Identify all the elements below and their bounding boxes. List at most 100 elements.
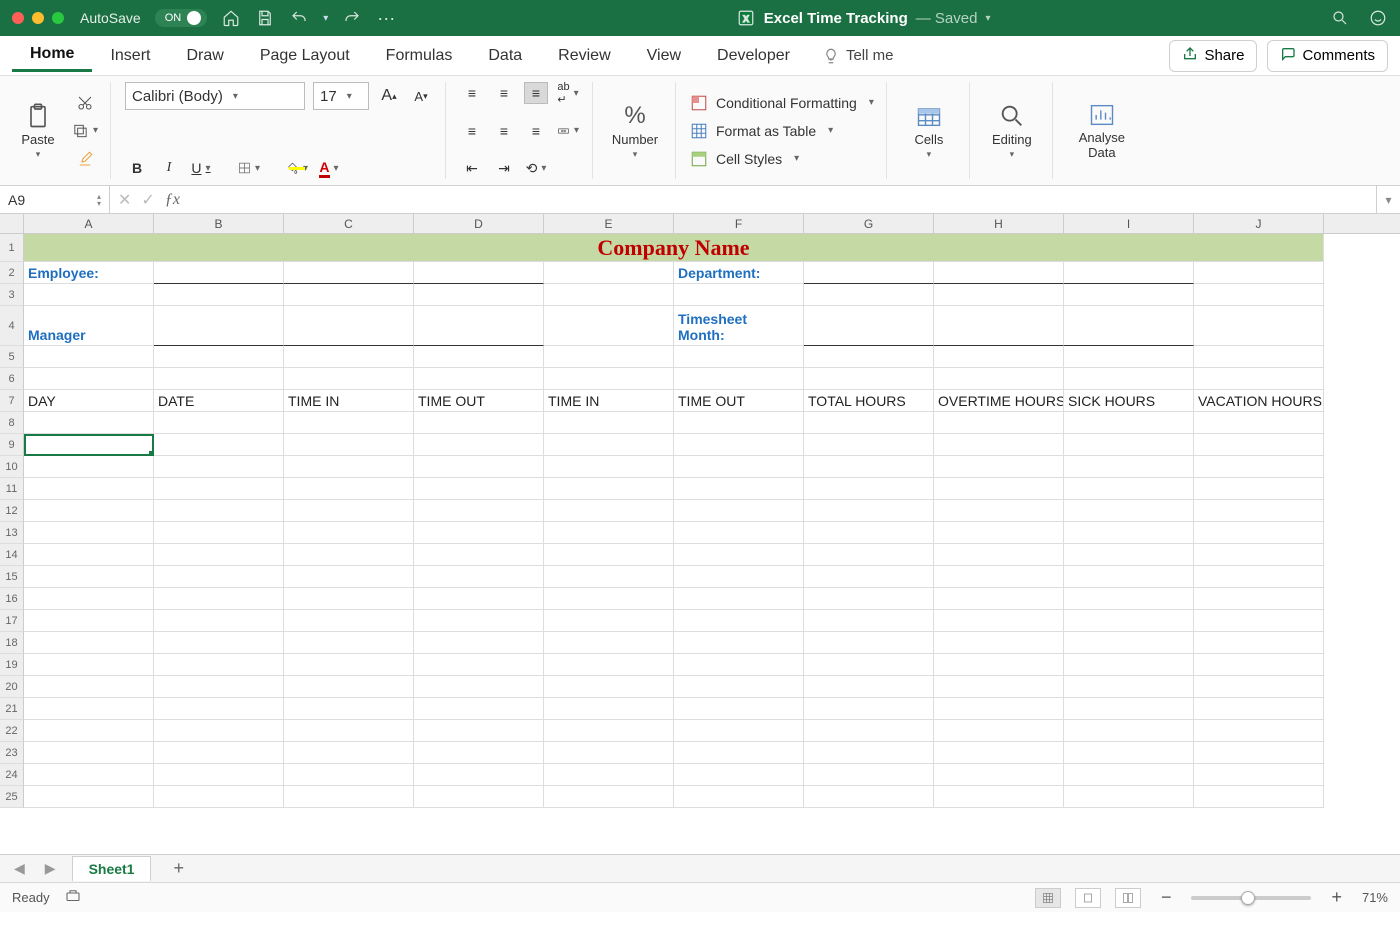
align-bottom-button[interactable]: ≡ xyxy=(524,82,548,104)
cell-B3[interactable] xyxy=(154,284,284,306)
cell-A10[interactable] xyxy=(24,456,154,478)
cell-D7[interactable]: TIME OUT xyxy=(414,390,544,412)
cell-B5[interactable] xyxy=(154,346,284,368)
zoom-slider[interactable] xyxy=(1191,896,1311,900)
cell-F15[interactable] xyxy=(674,566,804,588)
cell-B17[interactable] xyxy=(154,610,284,632)
cell-H12[interactable] xyxy=(934,500,1064,522)
cell-D21[interactable] xyxy=(414,698,544,720)
cell-F18[interactable] xyxy=(674,632,804,654)
cell-A19[interactable] xyxy=(24,654,154,676)
title-dropdown-icon[interactable]: ▾ xyxy=(985,13,990,24)
cell-F23[interactable] xyxy=(674,742,804,764)
cell-C4[interactable] xyxy=(284,306,414,346)
cell-H16[interactable] xyxy=(934,588,1064,610)
tab-developer[interactable]: Developer xyxy=(699,41,808,71)
cell-G20[interactable] xyxy=(804,676,934,698)
cell-I20[interactable] xyxy=(1064,676,1194,698)
cell-B24[interactable] xyxy=(154,764,284,786)
font-color-button[interactable]: A xyxy=(317,157,341,179)
cell-F4[interactable]: TimesheetMonth: xyxy=(674,306,804,346)
cell-F13[interactable] xyxy=(674,522,804,544)
undo-dropdown[interactable]: ▾ xyxy=(323,13,328,24)
borders-button[interactable] xyxy=(237,157,261,179)
cell-J23[interactable] xyxy=(1194,742,1324,764)
cell-J18[interactable] xyxy=(1194,632,1324,654)
spreadsheet-grid[interactable]: A B C D E F G H I J 1Company Name2Employ… xyxy=(0,214,1400,854)
cell-F16[interactable] xyxy=(674,588,804,610)
cell-H9[interactable] xyxy=(934,434,1064,456)
editing-button[interactable]: Editing ▾ xyxy=(984,95,1040,167)
cell-A6[interactable] xyxy=(24,368,154,390)
cell-D8[interactable] xyxy=(414,412,544,434)
cell-C9[interactable] xyxy=(284,434,414,456)
cell-D2[interactable] xyxy=(414,262,544,284)
cell-B21[interactable] xyxy=(154,698,284,720)
wrap-text-button[interactable]: ab↵ xyxy=(556,82,580,104)
cell-E17[interactable] xyxy=(544,610,674,632)
row-header-1[interactable]: 1 xyxy=(0,234,24,262)
cell-E16[interactable] xyxy=(544,588,674,610)
align-top-button[interactable]: ≡ xyxy=(460,82,484,104)
cell-G7[interactable]: TOTAL HOURS xyxy=(804,390,934,412)
undo-icon[interactable] xyxy=(289,8,309,28)
cell-C11[interactable] xyxy=(284,478,414,500)
cell-D12[interactable] xyxy=(414,500,544,522)
cell-C3[interactable] xyxy=(284,284,414,306)
cell-D10[interactable] xyxy=(414,456,544,478)
cell-J25[interactable] xyxy=(1194,786,1324,808)
cell-C2[interactable] xyxy=(284,262,414,284)
cell-G2[interactable] xyxy=(804,262,934,284)
cell-D9[interactable] xyxy=(414,434,544,456)
cell-H14[interactable] xyxy=(934,544,1064,566)
italic-button[interactable]: I xyxy=(157,157,181,179)
row-header-8[interactable]: 8 xyxy=(0,412,24,434)
increase-indent-button[interactable]: ⇥ xyxy=(492,157,516,179)
cell-E4[interactable] xyxy=(544,306,674,346)
cell-B9[interactable] xyxy=(154,434,284,456)
format-painter-button[interactable] xyxy=(72,148,98,170)
cell-C18[interactable] xyxy=(284,632,414,654)
cell-I23[interactable] xyxy=(1064,742,1194,764)
window-minimize-button[interactable] xyxy=(32,12,44,24)
cell-F24[interactable] xyxy=(674,764,804,786)
cell-H10[interactable] xyxy=(934,456,1064,478)
row-header-14[interactable]: 14 xyxy=(0,544,24,566)
cell-D4[interactable] xyxy=(414,306,544,346)
cell-E15[interactable] xyxy=(544,566,674,588)
align-middle-button[interactable]: ≡ xyxy=(492,82,516,104)
shrink-font-button[interactable]: A▾ xyxy=(409,85,433,107)
cell-F2[interactable]: Department: xyxy=(674,262,804,284)
cell-A20[interactable] xyxy=(24,676,154,698)
cell-A8[interactable] xyxy=(24,412,154,434)
cell-I12[interactable] xyxy=(1064,500,1194,522)
cell-E23[interactable] xyxy=(544,742,674,764)
conditional-formatting-button[interactable]: Conditional Formatting xyxy=(690,92,874,114)
cell-H4[interactable] xyxy=(934,306,1064,346)
cell-C12[interactable] xyxy=(284,500,414,522)
cell-D16[interactable] xyxy=(414,588,544,610)
cell-H19[interactable] xyxy=(934,654,1064,676)
cell-H7[interactable]: OVERTIME HOURS xyxy=(934,390,1064,412)
cell-J6[interactable] xyxy=(1194,368,1324,390)
cell-A5[interactable] xyxy=(24,346,154,368)
cell-F9[interactable] xyxy=(674,434,804,456)
cell-F7[interactable]: TIME OUT xyxy=(674,390,804,412)
cell-G23[interactable] xyxy=(804,742,934,764)
cell-G21[interactable] xyxy=(804,698,934,720)
cell-I3[interactable] xyxy=(1064,284,1194,306)
cell-J17[interactable] xyxy=(1194,610,1324,632)
autosave-toggle[interactable]: ON xyxy=(155,9,208,27)
cell-A1[interactable]: Company Name xyxy=(24,234,1324,262)
cell-F14[interactable] xyxy=(674,544,804,566)
align-left-button[interactable]: ≡ xyxy=(460,120,484,142)
cell-F19[interactable] xyxy=(674,654,804,676)
row-header-10[interactable]: 10 xyxy=(0,456,24,478)
add-sheet-button[interactable]: + xyxy=(163,858,194,879)
cell-I19[interactable] xyxy=(1064,654,1194,676)
cell-G8[interactable] xyxy=(804,412,934,434)
cell-C16[interactable] xyxy=(284,588,414,610)
cell-A3[interactable] xyxy=(24,284,154,306)
cell-J22[interactable] xyxy=(1194,720,1324,742)
cell-G13[interactable] xyxy=(804,522,934,544)
